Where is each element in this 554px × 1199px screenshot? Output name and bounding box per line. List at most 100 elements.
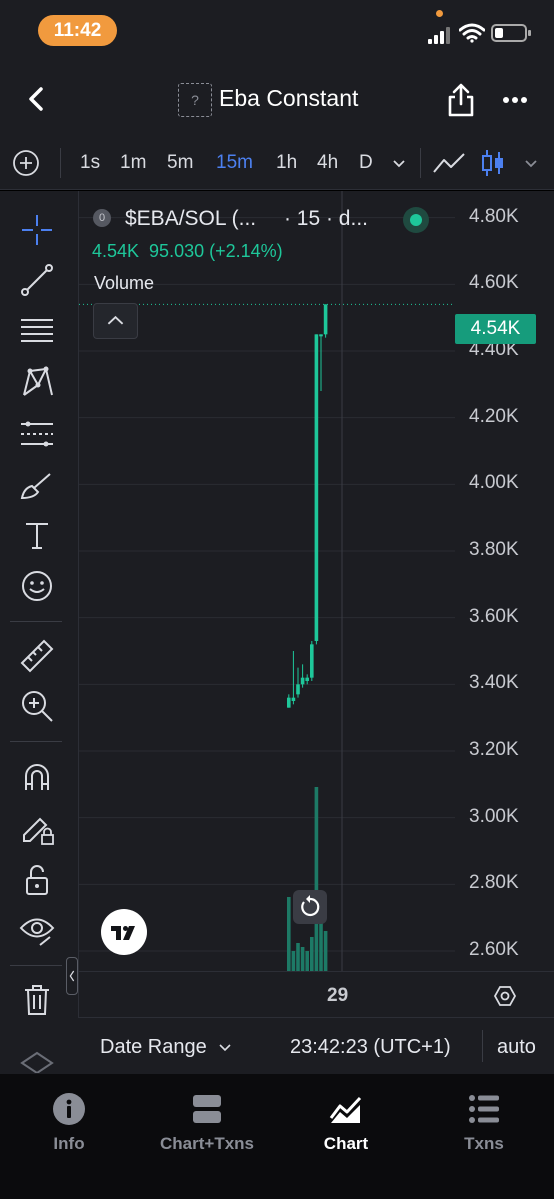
- toolbar-divider: [60, 148, 61, 178]
- nav-chart[interactable]: Chart: [277, 1092, 415, 1154]
- tradingview-logo-icon[interactable]: [101, 909, 147, 955]
- crosshair-icon[interactable]: [18, 211, 56, 249]
- time-axis-tick: 29: [327, 985, 349, 1006]
- token-title: Eba Constant: [219, 85, 359, 111]
- collapse-toolbar-chevron-left-icon[interactable]: [66, 957, 78, 995]
- split-layout-icon: [193, 1095, 221, 1123]
- ruler-icon[interactable]: [18, 637, 56, 675]
- nav-label: Chart+Txns: [160, 1134, 254, 1153]
- nav-chart-txns[interactable]: Chart+Txns: [138, 1092, 276, 1154]
- timeframe-d[interactable]: D: [359, 152, 373, 174]
- bottom-nav: Info Chart+Txns Chart Txns: [0, 1074, 554, 1199]
- token-logo-placeholder: ?: [178, 83, 212, 117]
- brush-icon[interactable]: [18, 466, 56, 504]
- legend-symbol: $EBA/SOL (... · 15 · d...: [125, 207, 368, 231]
- candle-body: [319, 334, 323, 337]
- nav-info[interactable]: Info: [0, 1092, 138, 1154]
- fib-retracement-icon[interactable]: [18, 312, 56, 350]
- price-axis-label: 2.60K: [469, 939, 519, 960]
- volume-bar: [323, 931, 328, 971]
- candle-body: [287, 697, 291, 708]
- nav-label: Info: [53, 1134, 85, 1153]
- candle-body: [300, 677, 305, 685]
- timeframe-5m[interactable]: 5m: [167, 152, 193, 174]
- wifi-icon: [459, 23, 485, 43]
- volume-bar: [291, 951, 296, 971]
- volume-bar: [305, 951, 309, 971]
- forecast-icon[interactable]: [18, 415, 56, 453]
- trash-icon[interactable]: [18, 981, 56, 1019]
- price-axis-label: 3.20K: [469, 739, 519, 760]
- last-price-tag: 4.54K: [455, 314, 536, 344]
- candle-body: [314, 334, 319, 641]
- price-chart: [79, 191, 455, 971]
- chart-area[interactable]: 0 $EBA/SOL (... · 15 · d... 4.54K 95.030 …: [78, 191, 554, 971]
- volume-bar: [287, 897, 291, 971]
- timeframe-1s[interactable]: 1s: [80, 152, 100, 174]
- layers-icon[interactable]: [18, 1049, 56, 1073]
- collapse-legend-chevron-up-icon[interactable]: [93, 303, 138, 339]
- chevron-down-icon[interactable]: [219, 1042, 231, 1052]
- bar-divider: [482, 1030, 483, 1062]
- back-icon[interactable]: [24, 86, 50, 112]
- legend-index-badge: 0: [93, 209, 111, 227]
- time-axis[interactable]: 29: [78, 971, 554, 1017]
- chart-bottom-bar: Date Range 23:42:23 (UTC+1) auto: [78, 1017, 554, 1074]
- top-header: ? Eba Constant: [0, 62, 554, 136]
- toolbar-divider: [10, 965, 62, 966]
- text-icon[interactable]: [18, 516, 56, 554]
- candle-body: [305, 677, 309, 681]
- price-axis-label: 4.00K: [469, 472, 519, 494]
- privacy-indicator: [436, 10, 443, 17]
- chart-settings-icon[interactable]: [493, 984, 517, 1008]
- legend-values: 4.54K 95.030 (+2.14%): [92, 241, 293, 262]
- candlestick-icon[interactable]: [480, 148, 506, 178]
- signal-icon: [428, 26, 454, 44]
- info-icon: [53, 1093, 85, 1125]
- chart-clock[interactable]: 23:42:23 (UTC+1): [290, 1036, 451, 1059]
- volume-bar: [296, 943, 300, 971]
- volume-bar: [314, 787, 319, 971]
- toolbar-divider: [10, 621, 62, 622]
- candle-body: [323, 304, 328, 335]
- list-icon: [469, 1095, 499, 1123]
- volume-bar: [300, 947, 305, 971]
- chart-toolbar: 1s 1m 5m 15m 1h 4h D: [0, 136, 554, 190]
- legend-change: 95.030 (+2.14%): [149, 241, 283, 261]
- timeframe-4h[interactable]: 4h: [317, 152, 338, 174]
- nav-label: Txns: [464, 1134, 504, 1153]
- timeframe-chevron-down-icon[interactable]: [392, 156, 406, 170]
- unlock-icon[interactable]: [18, 861, 56, 899]
- visibility-icon[interactable]: [18, 911, 56, 949]
- magnet-icon[interactable]: [18, 758, 56, 796]
- zoom-in-icon[interactable]: [18, 687, 56, 725]
- price-axis-label: 3.60K: [469, 605, 519, 627]
- pattern-icon[interactable]: [18, 363, 56, 401]
- timeframe-1h[interactable]: 1h: [276, 152, 297, 174]
- toolbar-divider: [10, 741, 62, 742]
- price-axis-label: 3.80K: [469, 539, 519, 560]
- timeframe-15m[interactable]: 15m: [216, 152, 253, 174]
- timeframe-1m[interactable]: 1m: [120, 152, 146, 174]
- chart-type-chevron-down-icon[interactable]: [524, 156, 538, 170]
- legend-last-value: 4.54K: [92, 241, 140, 261]
- auto-scale-button[interactable]: auto: [497, 1036, 536, 1059]
- share-icon[interactable]: [446, 82, 476, 118]
- trend-line-icon[interactable]: [18, 261, 56, 299]
- reset-chart-icon[interactable]: [293, 890, 327, 924]
- volume-bar: [310, 937, 314, 971]
- market-status-icon: [403, 207, 429, 233]
- price-axis-label: 2.80K: [469, 872, 519, 894]
- line-chart-icon[interactable]: [432, 150, 466, 176]
- candle-body: [296, 684, 300, 695]
- more-options-icon[interactable]: [502, 90, 528, 110]
- price-axis-label: 3.40K: [469, 672, 519, 694]
- date-range-button[interactable]: Date Range: [100, 1036, 207, 1059]
- emoji-icon[interactable]: [18, 567, 56, 605]
- nav-txns[interactable]: Txns: [415, 1092, 553, 1154]
- add-indicator-icon[interactable]: [12, 149, 40, 177]
- legend-interval: · 15 · d...: [283, 207, 368, 230]
- area-chart-icon: [329, 1096, 362, 1123]
- status-bar: 11:42: [0, 0, 554, 62]
- lock-drawing-icon[interactable]: [18, 809, 56, 847]
